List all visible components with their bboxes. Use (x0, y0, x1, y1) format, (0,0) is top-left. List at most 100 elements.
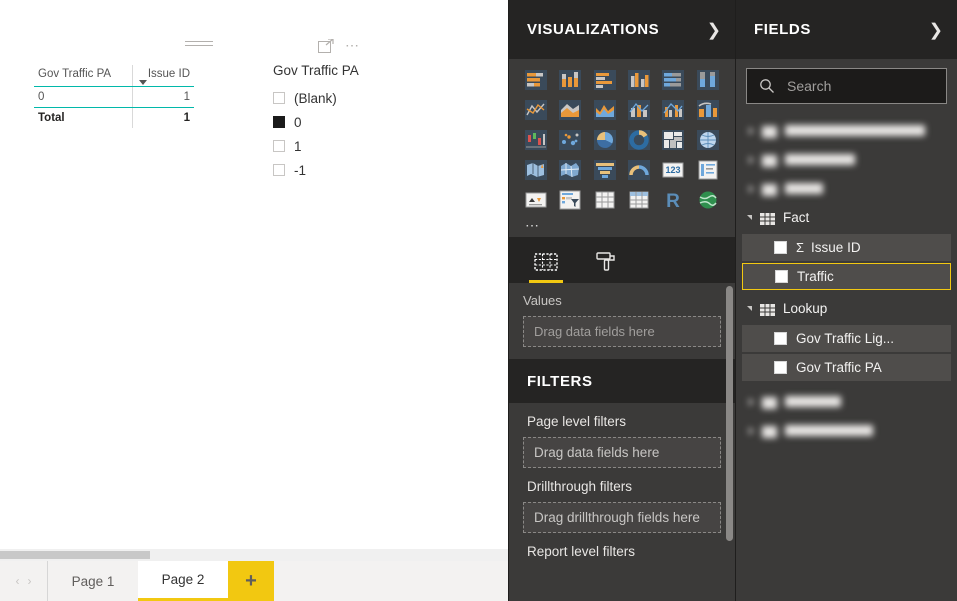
fields-well-icon[interactable] (529, 245, 563, 283)
fields-table-collapsed-3[interactable] (736, 174, 957, 203)
100-stacked-bar-chart-icon[interactable] (656, 65, 690, 95)
fields-table-collapsed-1[interactable] (736, 116, 957, 145)
slicer-visual[interactable]: Gov Traffic PA (Blank) 0 1 -1 (273, 63, 373, 182)
100-stacked-column-chart-icon[interactable] (691, 65, 725, 95)
expand-icon[interactable] (744, 155, 758, 164)
kpi-icon[interactable] (519, 185, 553, 215)
fields-table-fact[interactable]: Fact (736, 203, 957, 232)
slicer-item[interactable]: 0 (273, 110, 373, 134)
table-cell-value: 1 (132, 86, 194, 108)
treemap-icon[interactable] (656, 125, 690, 155)
field-checkbox[interactable] (774, 361, 787, 374)
waterfall-chart-icon[interactable] (519, 125, 553, 155)
fields-table-lookup[interactable]: Lookup (736, 294, 957, 323)
paint-roller-icon[interactable] (591, 245, 621, 283)
page-level-filters-drop-zone[interactable]: Drag data fields here (523, 437, 721, 468)
expand-icon[interactable] (744, 397, 758, 406)
table-column-header-1[interactable]: Issue ID (132, 65, 194, 87)
table-column-header-0[interactable]: Gov Traffic PA (34, 65, 133, 87)
slicer-checkbox[interactable] (273, 92, 285, 104)
svg-text:123: 123 (666, 165, 681, 175)
slicer-icon[interactable] (553, 185, 587, 215)
more-visuals-icon[interactable]: ⋯ (509, 215, 735, 237)
filled-map-icon[interactable] (519, 155, 553, 185)
r-script-visual-icon[interactable]: R (656, 185, 690, 215)
fields-table-collapsed-2[interactable] (736, 145, 957, 174)
table-column-header-1-label: Issue ID (147, 68, 190, 80)
matrix-icon[interactable] (622, 185, 656, 215)
drag-handle-icon[interactable] (185, 41, 213, 48)
field-checkbox[interactable] (774, 241, 787, 254)
page-tab-2[interactable]: Page 2 (138, 561, 228, 601)
more-options-icon[interactable]: ⋯ (345, 38, 367, 54)
expand-icon[interactable] (744, 184, 758, 193)
field-label: Gov Traffic Lig... (796, 331, 895, 346)
gauge-chart-icon[interactable] (622, 155, 656, 185)
previous-page-icon[interactable]: ‹ (16, 575, 20, 587)
add-page-button[interactable]: + (228, 561, 274, 601)
fields-table-collapsed-4[interactable] (736, 387, 957, 416)
stacked-bar-chart-icon[interactable] (519, 65, 553, 95)
collapse-icon[interactable] (742, 306, 756, 311)
chevron-right-icon[interactable]: ❯ (929, 21, 943, 38)
fields-table-collapsed-5[interactable] (736, 416, 957, 445)
page-tab-1[interactable]: Page 1 (48, 561, 138, 601)
stacked-column-chart-icon[interactable] (553, 65, 587, 95)
next-page-icon[interactable]: › (28, 575, 32, 587)
field-item-gov-traffic-pa[interactable]: Gov Traffic PA (742, 354, 951, 381)
report-level-filters-label: Report level filters (527, 544, 636, 559)
scatter-chart-icon[interactable] (553, 125, 587, 155)
table-icon[interactable] (588, 185, 622, 215)
slicer-checkbox-checked[interactable] (273, 116, 285, 128)
report-page-canvas[interactable]: ⋯ Gov Traffic PA Issue ID 0 1 Total 1 Go… (0, 0, 508, 549)
collapse-icon[interactable] (742, 215, 756, 220)
expand-icon[interactable] (744, 126, 758, 135)
field-checkbox[interactable] (775, 270, 788, 283)
pie-chart-icon[interactable] (588, 125, 622, 155)
fields-search-wrapper: Search (736, 59, 957, 114)
card-icon[interactable]: 123 (656, 155, 690, 185)
table-visual[interactable]: Gov Traffic PA Issue ID 0 1 Total 1 (34, 65, 194, 128)
slicer-item[interactable]: (Blank) (273, 86, 373, 110)
visualization-panel-tabs (509, 237, 735, 283)
clustered-column-chart-icon[interactable] (622, 65, 656, 95)
visualizations-panel-scrollbar[interactable] (726, 286, 733, 568)
ribbon-chart-icon[interactable] (691, 95, 725, 125)
line-and-clustered-column-chart-icon[interactable] (656, 95, 690, 125)
visual-container[interactable]: ⋯ Gov Traffic PA Issue ID 0 1 Total 1 Go… (25, 33, 376, 413)
stacked-area-chart-icon[interactable] (588, 95, 622, 125)
slicer-item[interactable]: -1 (273, 158, 373, 182)
slicer-checkbox[interactable] (273, 164, 285, 176)
donut-chart-icon[interactable] (622, 125, 656, 155)
scrollbar-thumb[interactable] (726, 286, 733, 541)
fields-panel-title: FIELDS (754, 21, 811, 38)
field-label: Traffic (797, 269, 834, 284)
area-chart-icon[interactable] (553, 95, 587, 125)
scrollbar-thumb[interactable] (0, 551, 150, 559)
funnel-chart-icon[interactable] (588, 155, 622, 185)
line-chart-icon[interactable] (519, 95, 553, 125)
field-item-gov-traffic-light[interactable]: Gov Traffic Lig... (742, 325, 951, 352)
map-icon[interactable] (691, 125, 725, 155)
sort-descending-icon[interactable] (139, 80, 148, 85)
line-and-stacked-column-chart-icon[interactable] (622, 95, 656, 125)
values-drop-zone[interactable]: Drag data fields here (523, 316, 721, 347)
table-row[interactable]: 0 1 (34, 86, 194, 108)
shape-map-icon[interactable] (553, 155, 587, 185)
field-checkbox[interactable] (774, 332, 787, 345)
filters-panel-body: Page level filters Drag data fields here… (509, 403, 735, 567)
expand-icon[interactable] (744, 426, 758, 435)
field-item-traffic[interactable]: Traffic (742, 263, 951, 290)
focus-mode-icon[interactable] (318, 38, 334, 53)
canvas-horizontal-scrollbar[interactable] (0, 549, 508, 561)
table-icon (760, 212, 775, 225)
field-item-issue-id[interactable]: Σ Issue ID (742, 234, 951, 261)
slicer-checkbox[interactable] (273, 140, 285, 152)
search-input[interactable]: Search (746, 68, 947, 104)
drillthrough-filters-drop-zone[interactable]: Drag drillthrough fields here (523, 502, 721, 533)
chevron-right-icon[interactable]: ❯ (707, 21, 721, 38)
multi-row-card-icon[interactable] (691, 155, 725, 185)
arcgis-map-icon[interactable] (691, 185, 725, 215)
slicer-item[interactable]: 1 (273, 134, 373, 158)
clustered-bar-chart-icon[interactable] (588, 65, 622, 95)
